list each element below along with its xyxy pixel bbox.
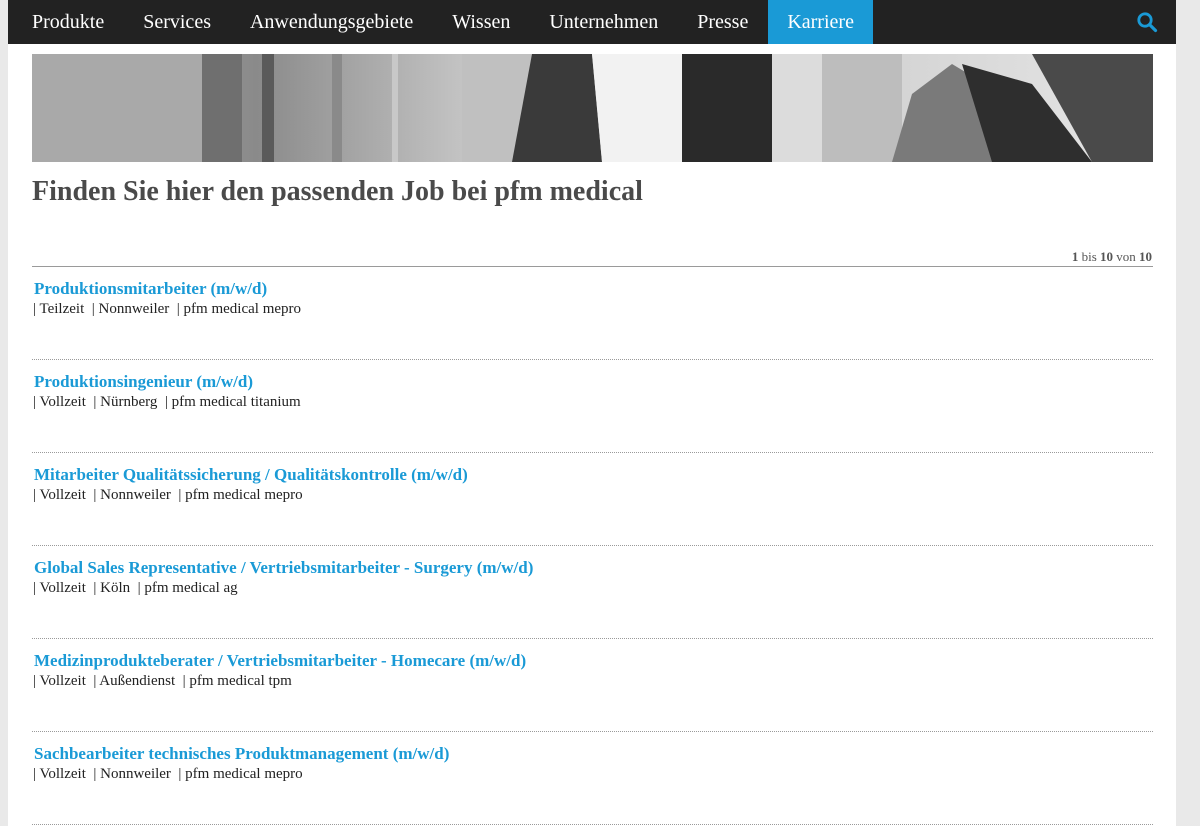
job-title-link[interactable]: Produktionsmitarbeiter (m/w/d) [34,279,267,299]
nav-item-karriere[interactable]: Karriere [767,0,874,44]
pagination-info: 1 bis 10 von 10 [852,249,1152,265]
job-list: Produktionsmitarbeiter (m/w/d) | Teilzei… [32,267,1153,825]
hero-image [32,54,1153,162]
job-meta: | Vollzeit | Köln | pfm medical ag [33,580,238,596]
job-list-item: Produktionsingenieur (m/w/d) | Vollzeit … [32,360,1153,453]
page-title: Finden Sie hier den passenden Job bei pf… [32,176,643,207]
nav-item-unternehmen[interactable]: Unternehmen [530,0,678,44]
main-nav: Produkte Services Anwendungsgebiete Wiss… [8,0,1176,44]
page: Produkte Services Anwendungsgebiete Wiss… [8,0,1176,826]
job-meta: | Vollzeit | Außendienst | pfm medical t… [33,673,292,689]
pager-bis: bis [1081,249,1097,264]
job-list-item: Mitarbeiter Qualitätssicherung / Qualitä… [32,453,1153,546]
job-meta: | Vollzeit | Nürnberg | pfm medical tita… [33,394,301,410]
job-list-item: Global Sales Representative / Vertriebsm… [32,546,1153,639]
pager-from: 1 [1071,249,1079,264]
nav-item-anwendungsgebiete[interactable]: Anwendungsgebiete [230,0,432,44]
pager-total: 10 [1139,249,1152,264]
job-list-item: Medizinprodukteberater / Vertriebsmitarb… [32,639,1153,732]
job-list-item: Produktionsmitarbeiter (m/w/d) | Teilzei… [32,267,1153,360]
job-meta: | Vollzeit | Nonnweiler | pfm medical me… [33,487,303,503]
job-list-item: Sachbearbeiter technisches Produktmanage… [32,732,1153,825]
nav-item-presse[interactable]: Presse [678,0,768,44]
nav-item-services[interactable]: Services [124,0,231,44]
pager-von: von [1116,249,1136,264]
job-title-link[interactable]: Produktionsingenieur (m/w/d) [34,372,253,392]
job-title-link[interactable]: Mitarbeiter Qualitätssicherung / Qualitä… [34,465,468,485]
job-title-link[interactable]: Sachbearbeiter technisches Produktmanage… [34,744,449,764]
job-meta: | Teilzeit | Nonnweiler | pfm medical me… [33,301,302,317]
job-title-link[interactable]: Global Sales Representative / Vertriebsm… [34,558,533,578]
pager-to: 10 [1100,249,1113,264]
job-meta: | Vollzeit | Nonnweiler | pfm medical me… [33,766,303,782]
search-icon[interactable] [1136,11,1158,33]
nav-item-produkte[interactable]: Produkte [8,0,124,44]
nav-item-wissen[interactable]: Wissen [433,0,530,44]
job-title-link[interactable]: Medizinprodukteberater / Vertriebsmitarb… [34,651,526,671]
